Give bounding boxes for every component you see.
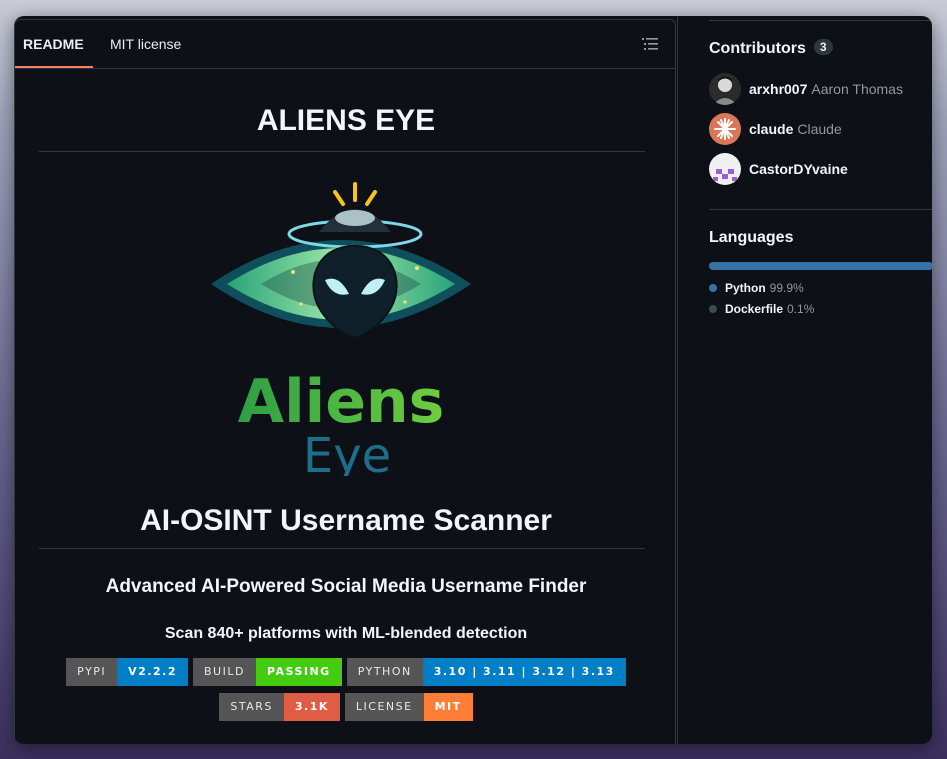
dockerfile-color-dot [709, 305, 717, 313]
contributors-heading[interactable]: Contributors 3 [709, 39, 833, 58]
contributor-claude[interactable]: claude Claude [709, 113, 842, 145]
tab-mit-license[interactable]: MIT license [110, 20, 181, 68]
language-percent: 0.1% [787, 302, 815, 316]
build-badge[interactable]: BUILD PASSING [193, 658, 342, 686]
sidebar-divider [709, 209, 932, 210]
license-badge[interactable]: LICENSE MIT [344, 693, 473, 721]
outline-list-icon[interactable] [641, 36, 659, 52]
divider [39, 548, 645, 549]
tab-readme[interactable]: README [23, 20, 84, 68]
language-python[interactable]: Python 99.9% [709, 281, 804, 295]
badge-value: 3.10 | 3.11 | 3.12 | 3.13 [422, 658, 626, 686]
contributor-name: Aaron Thomas [811, 81, 903, 97]
badge-label: LICENSE [344, 693, 424, 721]
logo-word-eye: Eye [303, 428, 391, 476]
contributor-castordyvaine[interactable]: CastorDYvaine [709, 153, 848, 185]
contributors-title: Contributors [709, 40, 806, 57]
badge-value: V2.2.2 [117, 658, 189, 686]
contributor-login: CastorDYvaine [749, 161, 848, 177]
avatar [709, 153, 741, 185]
python-color-dot [709, 284, 717, 292]
active-tab-indicator [15, 66, 93, 68]
language-dockerfile[interactable]: Dockerfile 0.1% [709, 302, 814, 316]
badge-value: 3.1K [283, 693, 340, 721]
language-name: Python [725, 281, 766, 295]
divider [39, 151, 645, 152]
readme-panel: README MIT license ALIENS EYE Aliens Eye… [14, 19, 676, 744]
contributor-login: claude [749, 121, 794, 137]
badge-label: PYTHON [346, 658, 423, 686]
python-bar-segment [709, 262, 932, 270]
repo-sidebar: Contributors 3 arxhr007 Aaron Thomas cla… [677, 16, 932, 744]
avatar [709, 113, 741, 145]
aliens-eye-logo: Aliens Eye [201, 176, 481, 484]
languages-heading: Languages [709, 229, 794, 246]
contributor-login: arxhr007 [749, 81, 808, 97]
badge-value: PASSING [255, 658, 342, 686]
badge-label: STARS [219, 693, 284, 721]
languages-bar [709, 262, 932, 270]
logo-word-aliens: Aliens [238, 367, 445, 437]
sidebar-divider [709, 20, 932, 21]
readme-tagline: Scan 840+ platforms with ML-blended dete… [164, 625, 528, 642]
avatar [709, 73, 741, 105]
badge-row-2: STARS 3.1K LICENSE MIT [15, 693, 677, 721]
badge-label: PYPI [66, 658, 118, 686]
contributor-arxhr007[interactable]: arxhr007 Aaron Thomas [709, 73, 903, 105]
badge-row-1: PYPI V2.2.2 BUILD PASSING PYTHON 3.10 | … [15, 658, 677, 686]
readme-heading: AI-OSINT Username Scanner [140, 504, 552, 537]
stars-badge[interactable]: STARS 3.1K [219, 693, 340, 721]
language-percent: 99.9% [769, 281, 804, 295]
readme-subheading: Advanced AI-Powered Social Media Usernam… [105, 576, 587, 597]
python-badge[interactable]: PYTHON 3.10 | 3.11 | 3.12 | 3.13 [346, 658, 626, 686]
badge-value: MIT [423, 693, 473, 721]
readme-tabs: README MIT license [15, 20, 675, 69]
contributors-count: 3 [813, 39, 833, 55]
readme-title: ALIENS EYE [256, 104, 436, 137]
github-repo-window: README MIT license ALIENS EYE Aliens Eye… [14, 16, 932, 744]
contributor-name: Claude [797, 121, 842, 137]
pypi-badge[interactable]: PYPI V2.2.2 [66, 658, 189, 686]
badge-label: BUILD [193, 658, 256, 686]
language-name: Dockerfile [725, 302, 784, 316]
